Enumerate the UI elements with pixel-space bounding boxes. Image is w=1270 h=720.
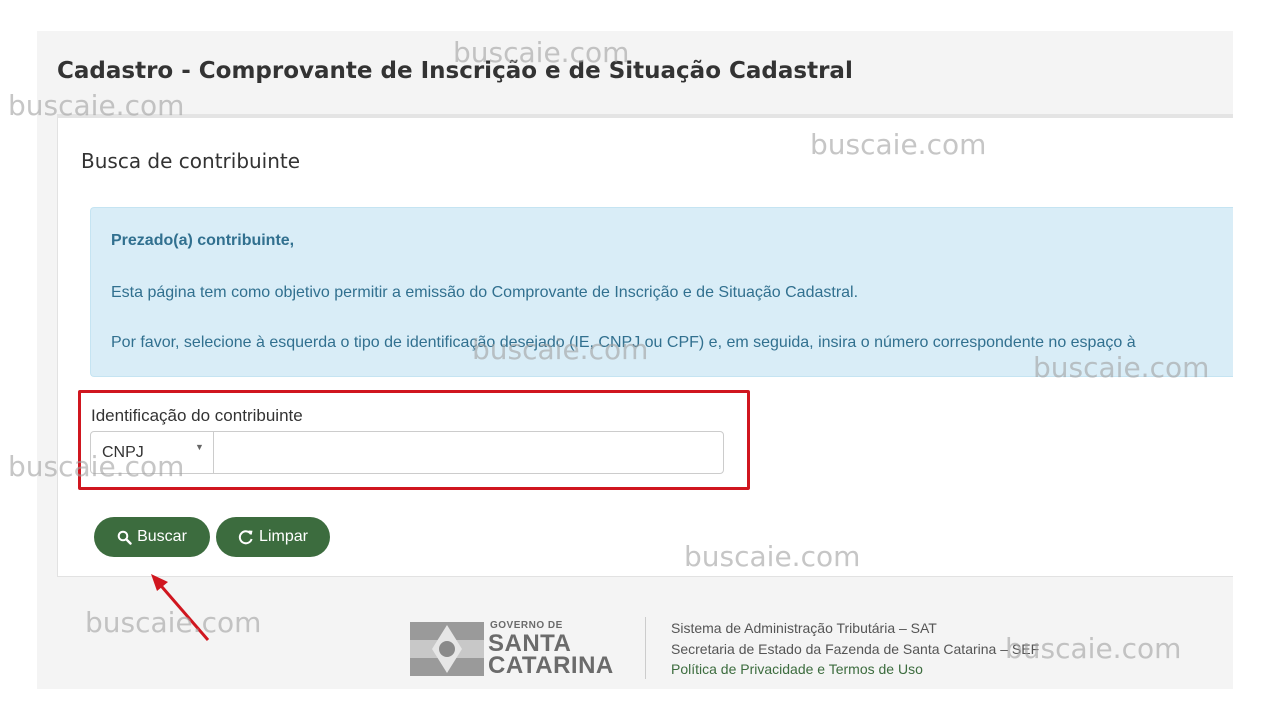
footer-divider [645,617,646,679]
footer-system-name: Sistema de Administração Tributária – SA… [671,620,937,636]
privacy-terms-link[interactable]: Política de Privacidade e Termos de Uso [671,661,923,677]
search-icon [117,530,132,545]
search-button-label: Buscar [137,528,187,545]
footer-secretariat: Secretaria de Estado da Fazenda de Santa… [671,641,1040,657]
alert-text-line2-clip: Por favor, selecione à esquerda o tipo d… [90,330,1233,360]
clear-button-label: Limpar [259,528,308,545]
page-title: Cadastro - Comprovante de Inscrição e de… [57,58,853,84]
clear-button[interactable]: Limpar [216,517,330,557]
panel-heading: Busca de contribuinte [81,149,301,173]
santa-catarina-logo: GOVERNO DE SANTA CATARINA [410,620,622,680]
annotation-arrow [151,574,210,641]
alert-title: Prezado(a) contribuinte, [111,232,295,249]
state-emblem-icon [410,622,484,676]
alert-text-line2: Por favor, selecione à esquerda o tipo d… [111,334,1136,351]
annotation-highlight-box [78,390,750,490]
refresh-icon [238,529,254,545]
alert-text-line1: Esta página tem como objetivo permitir a… [111,284,859,301]
search-button[interactable]: Buscar [94,517,210,557]
logo-line2: CATARINA [488,652,614,679]
